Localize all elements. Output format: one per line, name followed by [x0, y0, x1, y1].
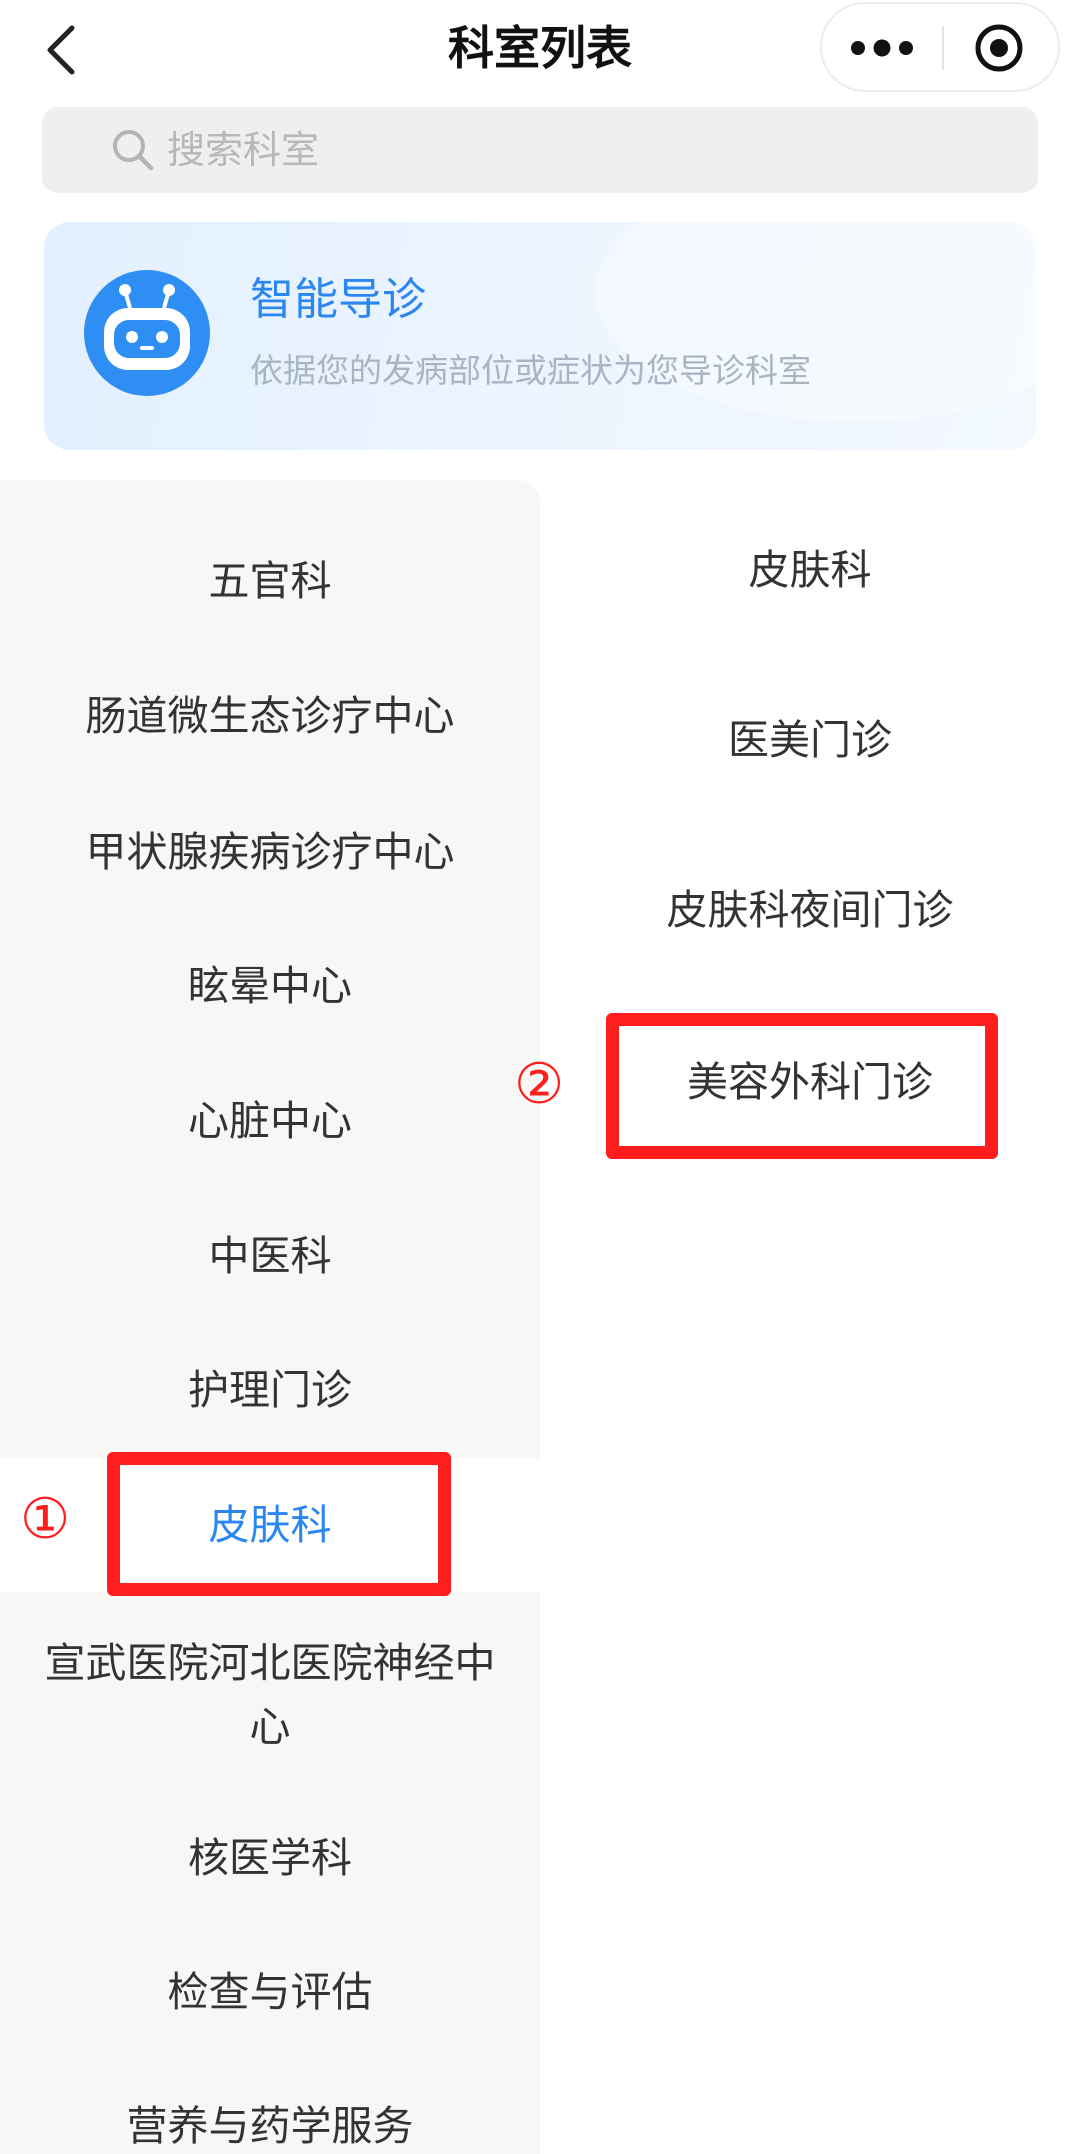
annotation-number-2: ② — [514, 1052, 565, 1117]
category-item[interactable]: 心脏中心 — [0, 1075, 540, 1167]
category-item[interactable]: 核医学科 — [0, 1812, 540, 1904]
more-button[interactable] — [822, 4, 942, 90]
department-item[interactable]: 皮肤科夜间门诊 — [540, 860, 1080, 952]
robot-icon — [84, 270, 210, 396]
department-list-page: 科室列表 搜索科室 智能导诊 依据您的发病部位或症状为您导诊科室 五官科 肠道微… — [0, 0, 1080, 2154]
annotation-number-1: ① — [20, 1487, 71, 1552]
nav-bar: 科室列表 — [0, 0, 1080, 100]
category-item[interactable]: 检查与评估 — [0, 1946, 540, 2038]
category-item[interactable]: 五官科 — [0, 535, 540, 627]
close-button[interactable] — [944, 4, 1060, 90]
department-item[interactable]: 皮肤科 — [540, 520, 1080, 612]
department-item[interactable]: 医美门诊 — [540, 690, 1080, 782]
search-bar[interactable]: 搜索科室 — [42, 107, 1038, 193]
category-item[interactable]: 甲状腺疾病诊疗中心 — [0, 806, 540, 898]
smart-guide-card[interactable]: 智能导诊 依据您的发病部位或症状为您导诊科室 — [44, 222, 1036, 450]
guide-description: 依据您的发病部位或症状为您导诊科室 — [250, 351, 811, 390]
category-item[interactable]: 营养与药学服务 — [0, 2080, 540, 2154]
target-close-icon — [975, 24, 1023, 72]
category-item[interactable]: 眩晕中心 — [0, 940, 540, 1032]
more-dots-icon — [851, 39, 913, 57]
category-item[interactable]: 肠道微生态诊疗中心 — [0, 670, 540, 762]
search-icon — [113, 130, 154, 171]
annotation-box-2 — [606, 1013, 998, 1159]
category-item[interactable]: 护理门诊 — [0, 1344, 540, 1436]
search-placeholder: 搜索科室 — [167, 128, 320, 172]
annotation-box-1 — [107, 1452, 451, 1596]
category-item[interactable]: 宣武医院河北医院神经中心 — [0, 1625, 540, 1765]
mini-program-capsule — [820, 2, 1060, 92]
guide-title: 智能导诊 — [250, 274, 426, 325]
category-item[interactable]: 中医科 — [0, 1210, 540, 1302]
